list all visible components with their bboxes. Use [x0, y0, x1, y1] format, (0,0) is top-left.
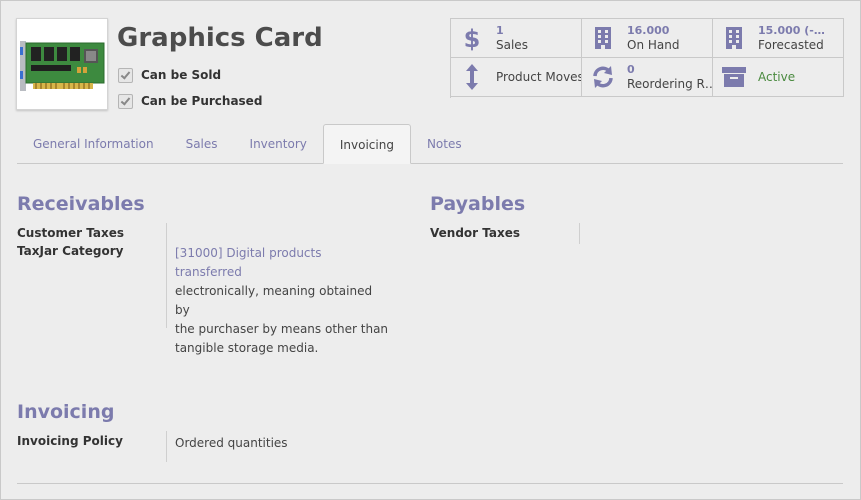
can-be-purchased-checkbox[interactable]: [118, 93, 133, 109]
invoicing-policy-value[interactable]: Ordered quantities: [175, 434, 288, 453]
tab-invoicing[interactable]: Invoicing: [322, 124, 411, 164]
invoicing-policy-label: Invoicing Policy: [17, 434, 123, 448]
tab-inventory[interactable]: Inventory: [234, 124, 323, 163]
sales-label: Sales: [496, 38, 528, 52]
product-image[interactable]: [16, 18, 108, 110]
on-hand-quantity: 16.000: [627, 24, 670, 37]
can-be-sold-field[interactable]: Can be Sold: [118, 67, 221, 83]
product-moves-button[interactable]: Product Moves: [451, 58, 582, 97]
vendor-taxes-label: Vendor Taxes: [430, 226, 520, 240]
taxjar-category-value[interactable]: [31000] Digital products transferred ele…: [175, 244, 390, 358]
svg-text:$: $: [464, 25, 481, 51]
customer-taxes-label: Customer Taxes: [17, 226, 124, 240]
archive-icon: [722, 65, 746, 89]
field-separator: [166, 223, 167, 328]
taxjar-category-label: TaxJar Category: [17, 244, 124, 258]
sales-count: 1: [496, 24, 504, 37]
refresh-icon: [591, 65, 615, 89]
reordering-label: Reordering R…: [627, 77, 712, 91]
smart-buttons: $ 1 Sales 16.000 On Hand 15.000 (-… Fore…: [450, 18, 844, 98]
forecasted-label: Forecasted: [758, 38, 824, 52]
can-be-sold-checkbox[interactable]: [118, 67, 133, 83]
graphics-card-icon: [20, 41, 105, 91]
arrows-vertical-icon: [460, 64, 484, 90]
can-be-purchased-label: Can be Purchased: [141, 94, 263, 108]
field-separator: [579, 223, 580, 244]
forecasted-button[interactable]: 15.000 (-… Forecasted: [713, 19, 844, 58]
taxjar-description-line: tangible storage media.: [175, 341, 319, 355]
reordering-rules-button[interactable]: 0 Reordering R…: [582, 58, 713, 97]
product-moves-label: Product Moves: [496, 70, 581, 84]
tab-sales[interactable]: Sales: [170, 124, 234, 163]
field-separator: [166, 431, 167, 462]
active-status: Active: [758, 70, 796, 84]
payables-title: Payables: [430, 193, 526, 215]
on-hand-button[interactable]: 16.000 On Hand: [582, 19, 713, 58]
forecasted-quantity: 15.000 (-…: [758, 24, 825, 37]
taxjar-description-line: the purchaser by means other than: [175, 322, 389, 336]
on-hand-label: On Hand: [627, 38, 680, 52]
taxjar-description-line: electronically, meaning obtained by: [175, 284, 373, 317]
form-view: Graphics Card Can be Sold Can be Purchas…: [0, 0, 861, 500]
divider: [17, 483, 843, 484]
reordering-count: 0: [627, 63, 635, 76]
receivables-title: Receivables: [17, 193, 145, 215]
building-icon: [591, 26, 615, 50]
taxjar-category-link[interactable]: [31000] Digital products transferred: [175, 244, 390, 282]
active-toggle-button[interactable]: Active: [713, 58, 844, 97]
tab-general-information[interactable]: General Information: [17, 124, 170, 163]
tab-notes[interactable]: Notes: [411, 124, 478, 163]
notebook-tabs: General Information Sales Inventory Invo…: [17, 124, 843, 164]
product-title[interactable]: Graphics Card: [117, 23, 323, 53]
invoicing-title: Invoicing: [17, 401, 115, 423]
can-be-purchased-field[interactable]: Can be Purchased: [118, 93, 262, 109]
building-icon: [722, 26, 746, 50]
can-be-sold-label: Can be Sold: [141, 68, 222, 82]
dollar-icon: $: [460, 25, 484, 51]
sales-button[interactable]: $ 1 Sales: [451, 19, 582, 58]
